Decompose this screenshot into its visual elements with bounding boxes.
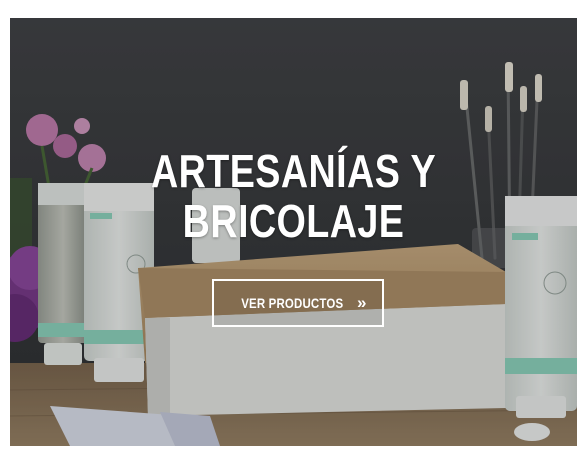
view-products-button[interactable]: VER PRODUCTOS » xyxy=(212,279,384,327)
banner-title: ARTESANÍAS Y BRICOLAJE xyxy=(61,146,526,246)
hero-banner[interactable]: ARTESANÍAS Y BRICOLAJE VER PRODUCTOS » xyxy=(10,18,577,446)
double-chevron-right-icon: » xyxy=(357,293,367,312)
view-products-label: VER PRODUCTOS xyxy=(240,295,343,311)
banner-title-line2: BRICOLAJE xyxy=(182,195,405,247)
banner-title-line1: ARTESANÍAS Y xyxy=(150,145,437,197)
